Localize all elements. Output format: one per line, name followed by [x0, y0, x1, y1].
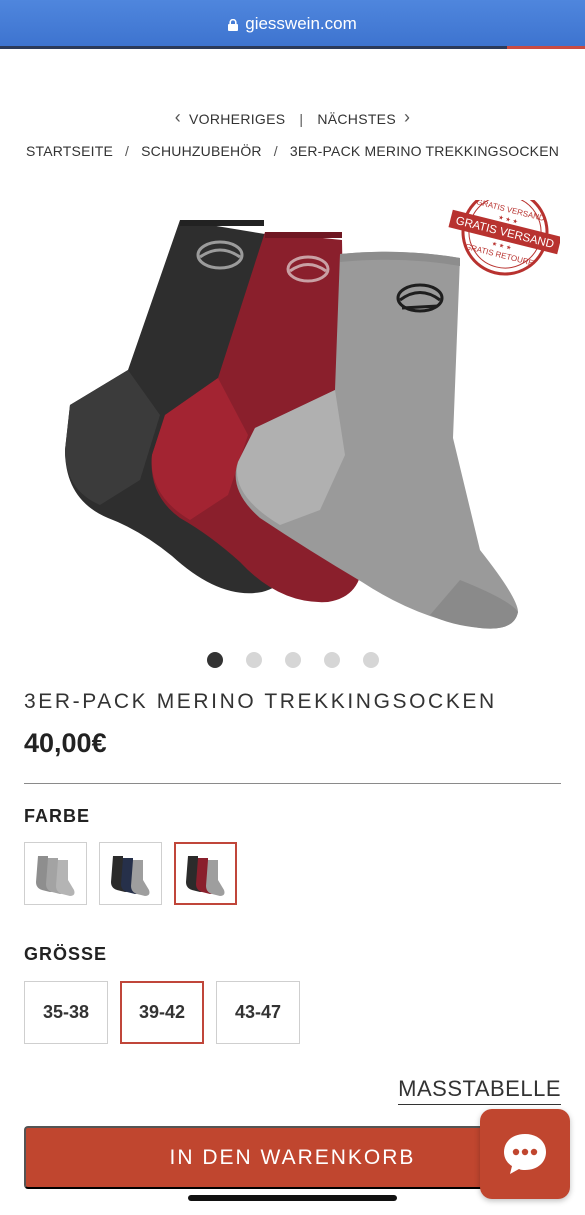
- color-swatches: [24, 842, 237, 905]
- carousel-dot[interactable]: [245, 652, 262, 668]
- carousel-dot[interactable]: [284, 652, 301, 668]
- breadcrumb-category[interactable]: SCHUHZUBEHÖR: [141, 143, 262, 159]
- chat-button[interactable]: [480, 1109, 570, 1199]
- carousel-dot[interactable]: [362, 652, 379, 668]
- size-options: 35-38 39-42 43-47: [24, 981, 300, 1044]
- product-price: 40,00€: [24, 728, 107, 758]
- next-link[interactable]: NÄCHSTES: [317, 111, 396, 127]
- mixed-socks-thumbnail: [110, 855, 149, 896]
- size-option-selected[interactable]: 39-42: [120, 981, 204, 1044]
- chevron-left-icon[interactable]: ‹: [175, 107, 181, 128]
- previous-link[interactable]: VORHERIGES: [189, 111, 285, 127]
- size-option[interactable]: 35-38: [24, 981, 108, 1044]
- carousel-dot[interactable]: [206, 652, 223, 668]
- url-text: giesswein.com: [245, 14, 357, 33]
- size-chart-link[interactable]: MASSTABELLE: [398, 1076, 561, 1105]
- grey-socks-thumbnail: [35, 855, 74, 896]
- chevron-right-icon[interactable]: ›: [404, 107, 410, 128]
- page-load-progress: [0, 46, 585, 49]
- color-swatch-grey[interactable]: [24, 842, 87, 905]
- black-red-grey-socks-thumbnail: [185, 855, 224, 896]
- color-label: FARBE: [24, 806, 91, 826]
- chat-bubble-icon: [504, 1134, 546, 1174]
- breadcrumb-separator: /: [125, 143, 130, 159]
- divider: [24, 783, 561, 784]
- color-swatch-black-navy-grey[interactable]: [99, 842, 162, 905]
- color-swatch-black-red-grey[interactable]: [174, 842, 237, 905]
- product-title: 3ER-PACK MERINO TREKKINGSOCKEN: [24, 690, 497, 713]
- breadcrumb-home[interactable]: STARTSEITE: [26, 143, 113, 159]
- carousel-dot[interactable]: [323, 652, 340, 668]
- breadcrumb-current: 3ER-PACK MERINO TREKKINGSOCKEN: [289, 143, 560, 159]
- home-indicator: [188, 1195, 397, 1201]
- browser-url-bar[interactable]: giesswein.com: [0, 0, 585, 48]
- prev-next-nav: ‹ VORHERIGES | NÄCHSTES ›: [0, 107, 585, 129]
- breadcrumb: STARTSEITE / SCHUHZUBEHÖR / 3ER-PACK MER…: [0, 143, 585, 159]
- product-image[interactable]: GRATIS VERSAND GRATIS VERSAND GRATIS RET…: [40, 200, 560, 640]
- nav-separator: |: [299, 110, 304, 127]
- carousel-dots: [0, 652, 585, 668]
- size-option[interactable]: 43-47: [216, 981, 300, 1044]
- size-label: GRÖSSE: [24, 944, 108, 964]
- breadcrumb-separator: /: [273, 143, 278, 159]
- lock-icon: [228, 19, 239, 31]
